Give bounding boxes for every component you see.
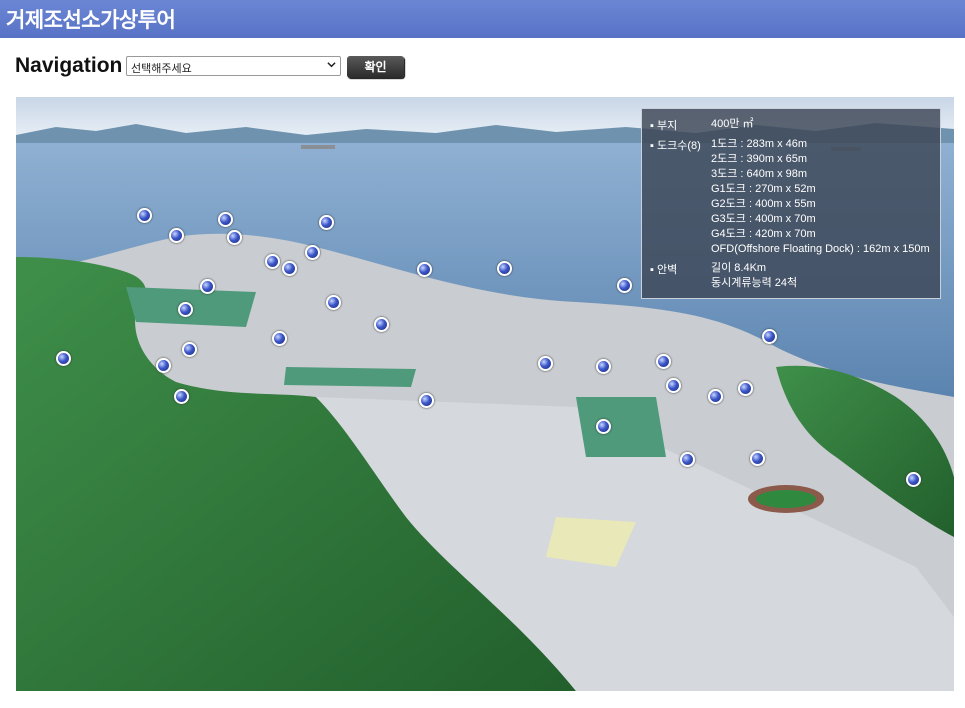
location-pin-icon[interactable] — [906, 472, 921, 487]
location-pin-icon[interactable] — [538, 356, 553, 371]
location-pin-icon[interactable] — [417, 262, 432, 277]
confirm-button[interactable]: 확인 — [347, 56, 404, 78]
location-pin-icon[interactable] — [596, 419, 611, 434]
location-pin-icon[interactable] — [762, 329, 777, 344]
location-pin-icon[interactable] — [617, 278, 632, 293]
location-pin-icon[interactable] — [265, 254, 280, 269]
navigation-label: Navigation — [15, 54, 123, 77]
location-pin-icon[interactable] — [218, 212, 233, 227]
location-pin-icon[interactable] — [227, 230, 242, 245]
location-pin-icon[interactable] — [419, 393, 434, 408]
location-pin-icon[interactable] — [497, 261, 512, 276]
location-pin-icon[interactable] — [750, 451, 765, 466]
info-key: ▪ 도크수(8) — [650, 140, 701, 152]
page-title: 거제조선소가상투어 — [6, 9, 176, 32]
location-pin-icon[interactable] — [282, 261, 297, 276]
location-pin-icon[interactable] — [200, 279, 215, 294]
shipyard-info-panel: ▪ 부지 400만 ㎡ ▪ 도크수(8) 1도크 : 283m x 46m 2도… — [641, 108, 941, 299]
location-pin-icon[interactable] — [174, 389, 189, 404]
info-key: ▪ 부지 — [650, 120, 678, 132]
location-select[interactable]: 선택해주세요 — [126, 56, 341, 76]
location-pin-icon[interactable] — [738, 381, 753, 396]
location-pin-icon[interactable] — [178, 302, 193, 317]
location-pin-icon[interactable] — [137, 208, 152, 223]
info-value: 400만 ㎡ — [711, 118, 754, 130]
location-pin-icon[interactable] — [680, 452, 695, 467]
location-pin-icon[interactable] — [374, 317, 389, 332]
location-pin-icon[interactable] — [169, 228, 184, 243]
location-pin-icon[interactable] — [305, 245, 320, 260]
location-pin-icon[interactable] — [319, 215, 334, 230]
location-pin-icon[interactable] — [156, 358, 171, 373]
info-value: 길이 8.4Km 동시계류능력 24척 — [711, 262, 798, 289]
info-key: ▪ 안벽 — [650, 264, 678, 276]
location-select-value: 선택해주세요 — [131, 63, 192, 75]
location-pin-icon[interactable] — [272, 331, 287, 346]
location-pin-icon[interactable] — [182, 342, 197, 357]
page-header: 거제조선소가상투어 — [0, 0, 965, 38]
location-pin-icon[interactable] — [666, 378, 681, 393]
location-pin-icon[interactable] — [596, 359, 611, 374]
location-pin-icon[interactable] — [326, 295, 341, 310]
location-pin-icon[interactable] — [56, 351, 71, 366]
location-pin-icon[interactable] — [708, 389, 723, 404]
location-pin-icon[interactable] — [656, 354, 671, 369]
info-value: 1도크 : 283m x 46m 2도크 : 390m x 65m 3도크 : … — [711, 138, 930, 255]
chevron-down-icon — [327, 62, 336, 68]
